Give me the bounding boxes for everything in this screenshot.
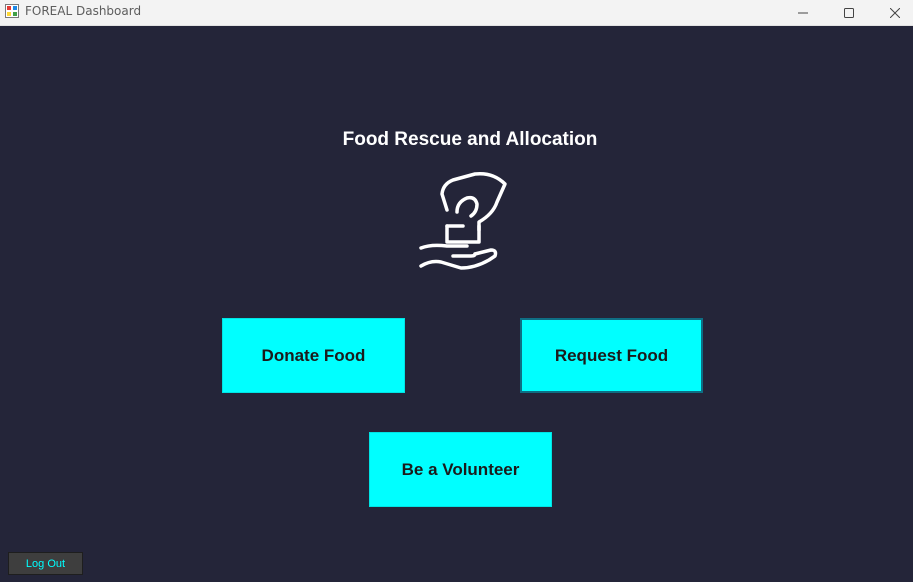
volunteer-button[interactable]: Be a Volunteer [369,432,552,507]
close-button[interactable] [872,0,913,25]
form-app-icon [5,4,19,18]
close-icon [890,7,900,18]
page-title: Food Rescue and Allocation [342,129,598,150]
window-title: FOREAL Dashboard [25,4,142,18]
maximize-icon [844,7,854,18]
minimize-icon [798,12,808,13]
title-bar[interactable]: FOREAL Dashboard [0,0,913,26]
maximize-button[interactable] [826,0,872,25]
minimize-button[interactable] [780,0,826,25]
donate-food-button[interactable]: Donate Food [222,318,405,393]
request-food-button[interactable]: Request Food [520,318,703,393]
hand-giving-food-icon [419,171,507,270]
dashboard-window: FOREAL Dashboard Food Rescue and Allocat… [0,0,913,582]
logout-button[interactable]: Log Out [8,552,83,575]
